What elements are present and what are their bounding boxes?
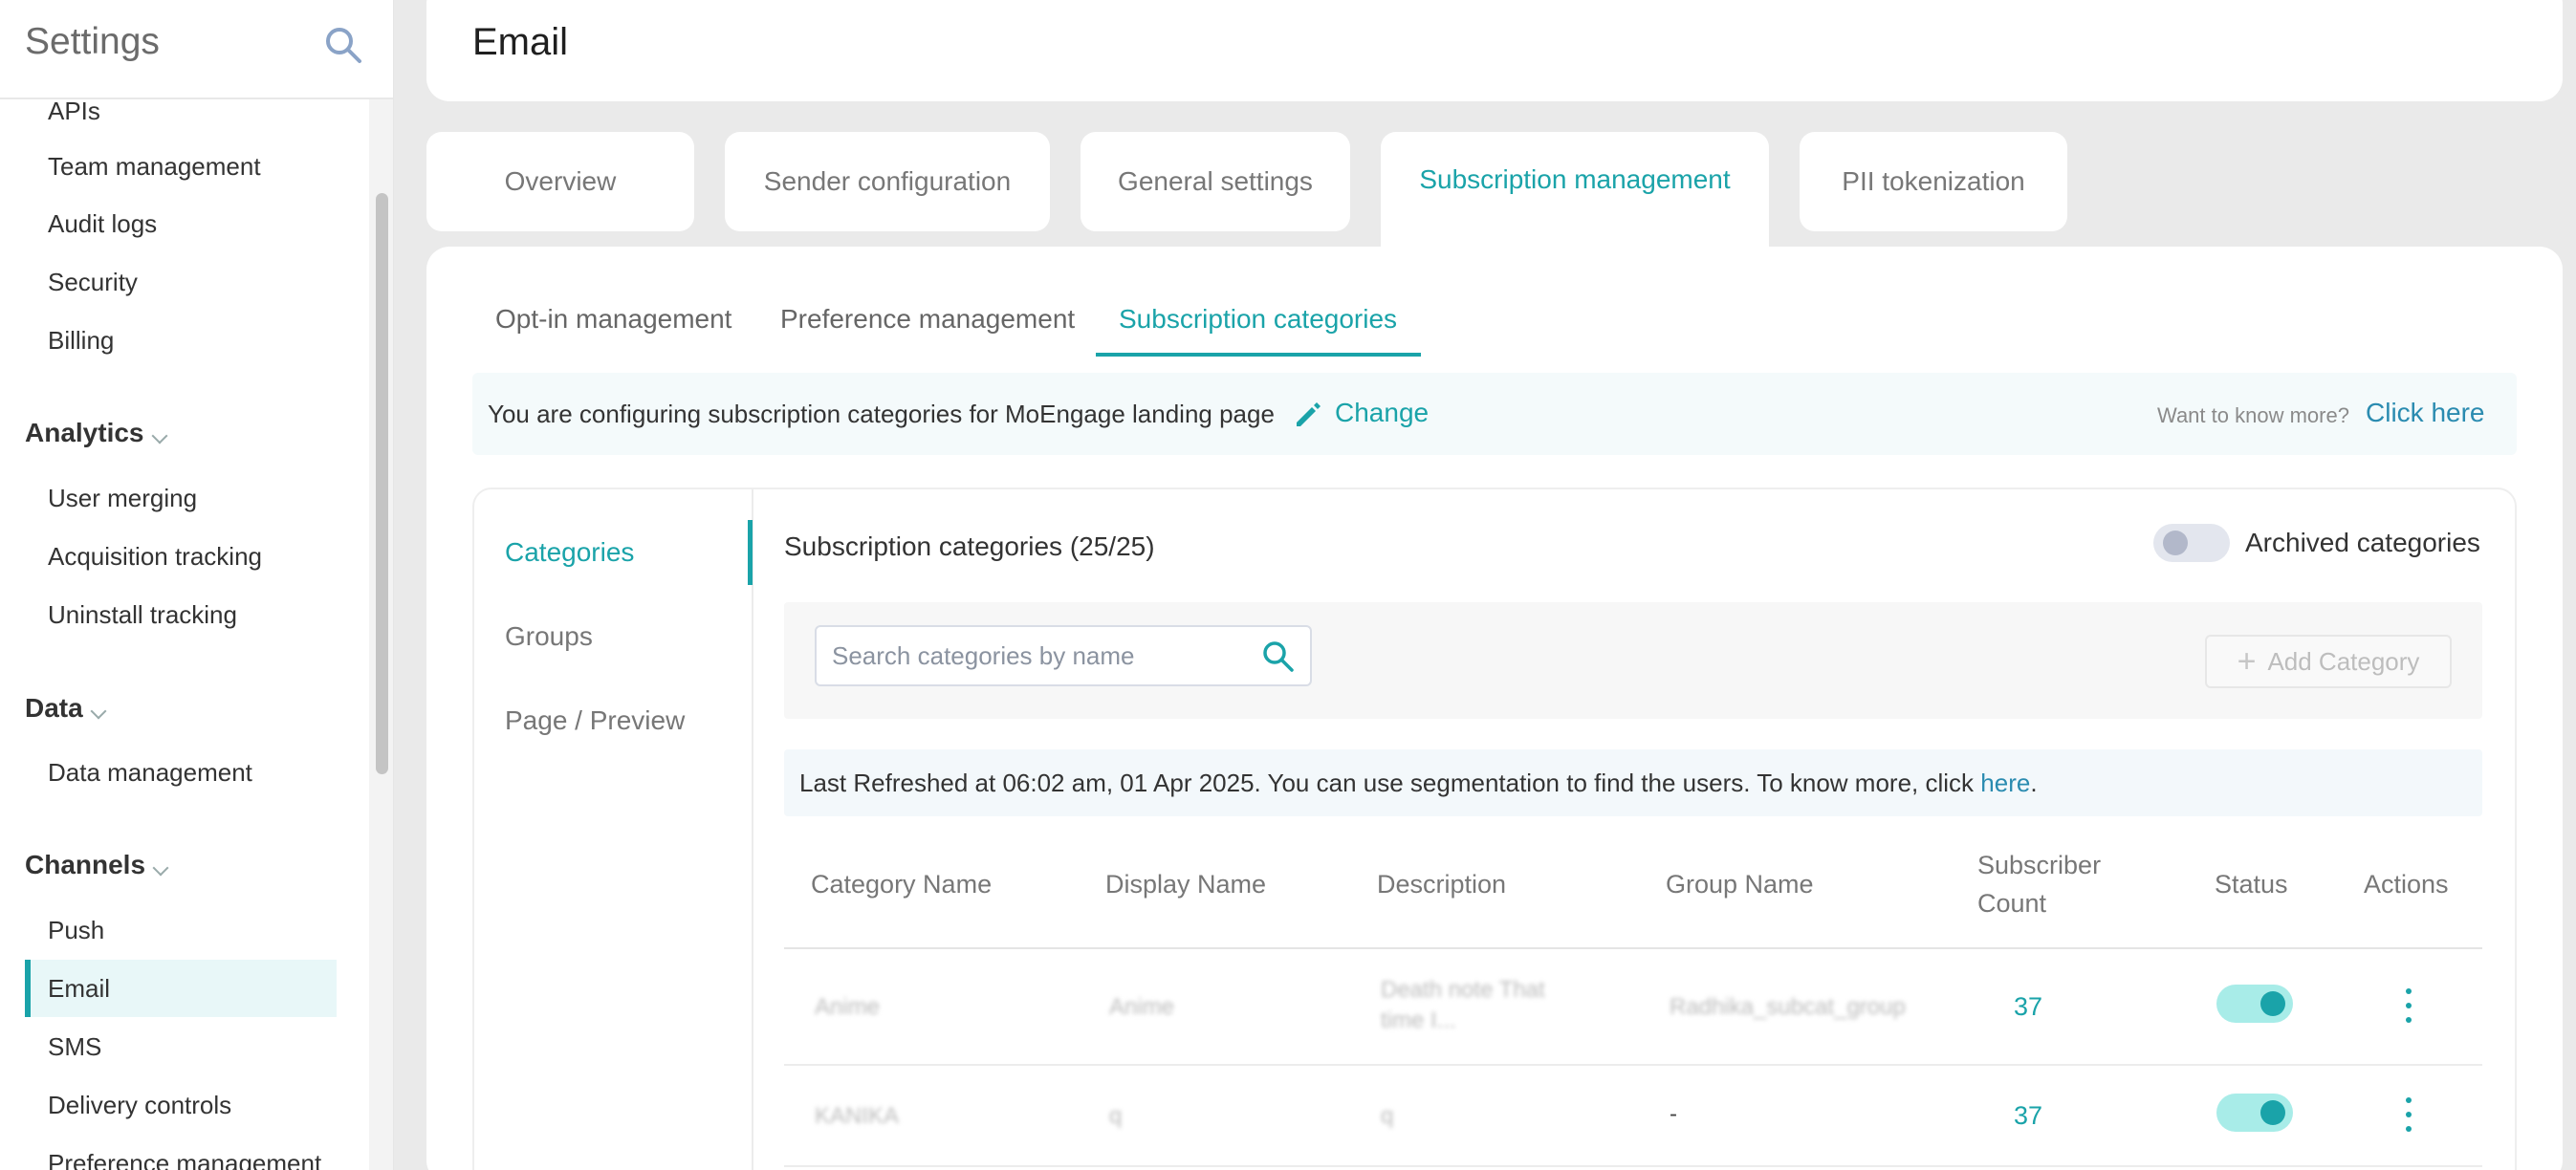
left-nav-groups[interactable]: Groups [505, 621, 593, 652]
col-header-actions: Actions [2364, 870, 2449, 899]
row-2-category-name: KANIKA [815, 1103, 900, 1129]
chevron-down-icon [90, 703, 107, 720]
panel-divider [752, 489, 753, 1170]
sidebar-section-data[interactable]: Data [25, 680, 107, 737]
tab-sender-configuration[interactable]: Sender configuration [725, 132, 1050, 231]
sidebar-section-channels[interactable]: Channels [25, 836, 169, 894]
row-2-display-name: q [1109, 1103, 1123, 1129]
sidebar-item-push[interactable]: Push [25, 901, 337, 959]
row-2-subscriber-count-link[interactable]: 37 [2014, 1101, 2042, 1131]
page-title: Email [472, 21, 569, 63]
tab-subscription-management[interactable]: Subscription management [1381, 132, 1769, 256]
chevron-down-icon [152, 859, 169, 877]
left-nav-categories[interactable]: Categories [505, 537, 634, 568]
tab-overview[interactable]: Overview [426, 132, 694, 231]
row-1-more-actions-icon[interactable] [2406, 988, 2413, 1023]
table-header-divider [784, 947, 2482, 949]
col-header-status[interactable]: Status [2215, 865, 2288, 903]
sidebar-item-email[interactable]: Email [25, 960, 337, 1017]
sidebar-item-audit-logs[interactable]: Audit logs [25, 195, 337, 252]
row-1-group-name: Radhika_subcat_group [1670, 994, 1906, 1020]
pencil-icon[interactable] [1293, 400, 1323, 430]
col-header-group-name[interactable]: Group Name [1666, 865, 1814, 903]
sidebar-title: Settings [25, 21, 160, 62]
row-1-display-name: Anime [1109, 994, 1175, 1020]
landing-page-info-text: You are configuring subscription categor… [488, 400, 1275, 428]
col-header-display-name[interactable]: Display Name [1105, 865, 1266, 903]
row-2-status-toggle[interactable] [2216, 1094, 2293, 1132]
active-left-nav-indicator [748, 520, 753, 585]
sidebar-item-delivery-controls[interactable]: Delivery controls [25, 1076, 337, 1134]
sidebar-item-billing[interactable]: Billing [25, 312, 337, 369]
row-1-status-toggle[interactable] [2216, 985, 2293, 1023]
sidebar-section-analytics[interactable]: Analytics [25, 404, 167, 462]
change-landing-page-link[interactable]: Change [1335, 398, 1429, 428]
last-refreshed-text: Last Refreshed at 06:02 am, 01 Apr 2025.… [799, 769, 2038, 797]
segmentation-here-link[interactable]: here [1980, 769, 2030, 797]
chevron-down-icon [151, 427, 167, 444]
row-divider [784, 1064, 2482, 1066]
search-icon[interactable] [1260, 639, 1297, 675]
row-1-description: Death note That time I... [1381, 977, 1545, 1033]
row-2-group-name: - [1670, 1101, 1677, 1127]
subtab-opt-in-management[interactable]: Opt-in management [495, 304, 731, 335]
add-category-button[interactable]: + Add Category [2205, 635, 2452, 688]
row-2-more-actions-icon[interactable] [2406, 1097, 2413, 1132]
sidebar-item-user-merging[interactable]: User merging [25, 469, 337, 527]
sidebar-item-preference-management[interactable]: Preference management [25, 1135, 337, 1170]
toggle-knob [2163, 531, 2188, 555]
tab-general-settings[interactable]: General settings [1081, 132, 1350, 231]
sidebar-item-uninstall-tracking[interactable]: Uninstall tracking [25, 586, 337, 643]
row-1-category-name: Anime [815, 994, 881, 1020]
row-1-subscriber-count-link[interactable]: 37 [2014, 992, 2042, 1022]
col-header-description[interactable]: Description [1377, 865, 1506, 903]
tab-pii-tokenization[interactable]: PII tokenization [1800, 132, 2067, 231]
row-divider [784, 1165, 2482, 1167]
sidebar-item-security[interactable]: Security [25, 253, 337, 311]
sidebar-item-acquisition-tracking[interactable]: Acquisition tracking [25, 528, 337, 585]
toggle-knob [2260, 1100, 2285, 1125]
archived-categories-label: Archived categories [2245, 528, 2480, 557]
want-to-know-more-text: Want to know more? [2157, 403, 2349, 427]
col-header-category-name[interactable]: Category Name [811, 865, 992, 903]
search-box [815, 625, 1312, 686]
row-2-description: q [1381, 1103, 1394, 1129]
search-categories-input[interactable] [832, 639, 1253, 673]
subscription-categories-heading: Subscription categories (25/25) [784, 531, 1155, 561]
subtab-preference-management[interactable]: Preference management [780, 304, 1075, 335]
sidebar-item-team-management[interactable]: Team management [25, 138, 337, 195]
sidebar-item-sms[interactable]: SMS [25, 1018, 337, 1075]
plus-icon: + [2237, 642, 2257, 680]
sidebar-scrollbar-thumb[interactable] [376, 193, 388, 774]
categories-panel [472, 488, 2517, 1170]
active-subtab-indicator [1096, 353, 1421, 357]
subtab-subscription-categories[interactable]: Subscription categories [1119, 304, 1397, 335]
sidebar-header: Settings [0, 0, 393, 99]
archived-categories-toggle[interactable] [2153, 524, 2230, 562]
settings-sidebar: APIs Team management Audit logs Security… [0, 0, 394, 1170]
sidebar-item-data-management[interactable]: Data management [25, 744, 337, 801]
click-here-link[interactable]: Click here [2366, 398, 2484, 428]
left-nav-page-preview[interactable]: Page / Preview [505, 705, 685, 736]
page-header [426, 0, 2563, 101]
col-header-subscriber-count[interactable]: Subscriber Count [1977, 846, 2101, 922]
toggle-knob [2260, 991, 2285, 1016]
search-icon[interactable] [323, 25, 363, 65]
